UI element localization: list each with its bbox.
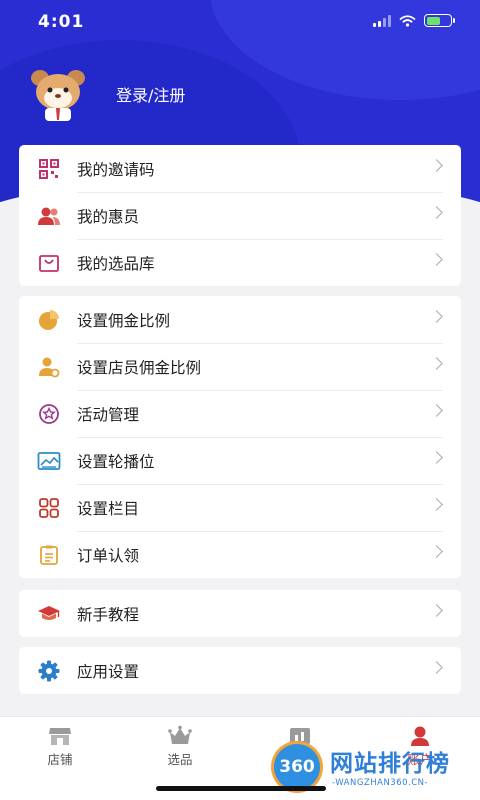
menu-item-invite-code[interactable]: 我的邀请码 — [19, 145, 461, 192]
chevron-right-icon — [430, 357, 443, 370]
chevron-right-icon — [430, 498, 443, 511]
menu-group-3: 新手教程 — [19, 590, 461, 637]
menu-item-label: 订单认领 — [77, 546, 140, 565]
menu-item-label: 设置轮播位 — [77, 452, 155, 471]
chevron-right-icon — [430, 310, 443, 323]
status-time: 4:01 — [38, 12, 85, 32]
menu-group-1: 我的邀请码 我的惠员 我的选品库 — [19, 145, 461, 286]
chevron-right-icon — [430, 253, 443, 266]
watermark-subtitle: -WANGZHAN360.CN- — [332, 778, 429, 788]
menu-item-label: 设置栏目 — [77, 499, 140, 518]
menu-item-label: 我的惠员 — [77, 207, 140, 226]
tab-label: 选品 — [167, 752, 193, 767]
store-icon — [15, 725, 105, 747]
watermark-badge: 360 — [274, 744, 320, 790]
image-carousel-icon — [37, 449, 61, 473]
status-icons — [373, 14, 455, 27]
chevron-right-icon — [430, 661, 443, 674]
qr-code-icon — [37, 157, 61, 181]
menu-item-column-setting[interactable]: 设置栏目 — [19, 484, 461, 531]
menu-item-commission-rate[interactable]: 设置佣金比例 — [19, 296, 461, 343]
menu-item-label: 新手教程 — [77, 605, 140, 624]
menu-item-label: 我的邀请码 — [77, 160, 155, 179]
chevron-right-icon — [430, 404, 443, 417]
tab-label: 店铺 — [47, 752, 73, 767]
menu-item-members[interactable]: 我的惠员 — [19, 192, 461, 239]
menu-group-4: 应用设置 — [19, 647, 461, 694]
status-bar: 4:01 — [0, 0, 480, 44]
users-icon — [37, 204, 61, 228]
login-register-link[interactable]: 登录/注册 — [116, 82, 185, 106]
battery-icon — [424, 14, 455, 27]
crown-icon — [135, 725, 225, 747]
profile-header[interactable]: 登录/注册 — [28, 66, 185, 122]
menu-item-label: 我的选品库 — [77, 254, 155, 273]
star-badge-icon — [37, 402, 61, 426]
menu-item-label: 设置店员佣金比例 — [77, 358, 202, 377]
menu-item-tutorial[interactable]: 新手教程 — [19, 590, 461, 637]
menu-item-activity-management[interactable]: 活动管理 — [19, 390, 461, 437]
menu-item-label: 应用设置 — [77, 662, 140, 681]
tab-store[interactable]: 店铺 — [15, 725, 105, 768]
menu-item-staff-commission[interactable]: 设置店员佣金比例 — [19, 343, 461, 390]
shopping-bag-icon — [37, 251, 61, 275]
chevron-right-icon — [430, 451, 443, 464]
menu-item-carousel-setting[interactable]: 设置轮播位 — [19, 437, 461, 484]
gear-icon — [37, 659, 61, 683]
signal-icon — [373, 14, 391, 27]
clipboard-icon — [37, 543, 61, 567]
menu-item-label: 活动管理 — [77, 405, 140, 424]
menu-item-order-claim[interactable]: 订单认领 — [19, 531, 461, 578]
hamster-avatar[interactable] — [28, 66, 88, 122]
tab-selection[interactable]: 选品 — [135, 725, 225, 768]
home-indicator[interactable] — [156, 786, 326, 791]
chevron-right-icon — [430, 206, 443, 219]
menu-item-product-library[interactable]: 我的选品库 — [19, 239, 461, 286]
menu-item-label: 设置佣金比例 — [77, 311, 171, 330]
graduation-cap-icon — [37, 602, 61, 626]
chevron-right-icon — [430, 604, 443, 617]
grid-icon — [37, 496, 61, 520]
chevron-right-icon — [430, 159, 443, 172]
user-settings-icon — [37, 355, 61, 379]
chevron-right-icon — [430, 545, 443, 558]
pie-chart-icon — [37, 308, 61, 332]
wifi-icon — [399, 14, 416, 27]
menu-group-2: 设置佣金比例 设置店员佣金比例 活动管理 设置轮播位 设置栏目 订单认领 — [19, 296, 461, 578]
menu-item-app-settings[interactable]: 应用设置 — [19, 647, 461, 694]
watermark-title: 网站排行榜 — [330, 751, 450, 777]
